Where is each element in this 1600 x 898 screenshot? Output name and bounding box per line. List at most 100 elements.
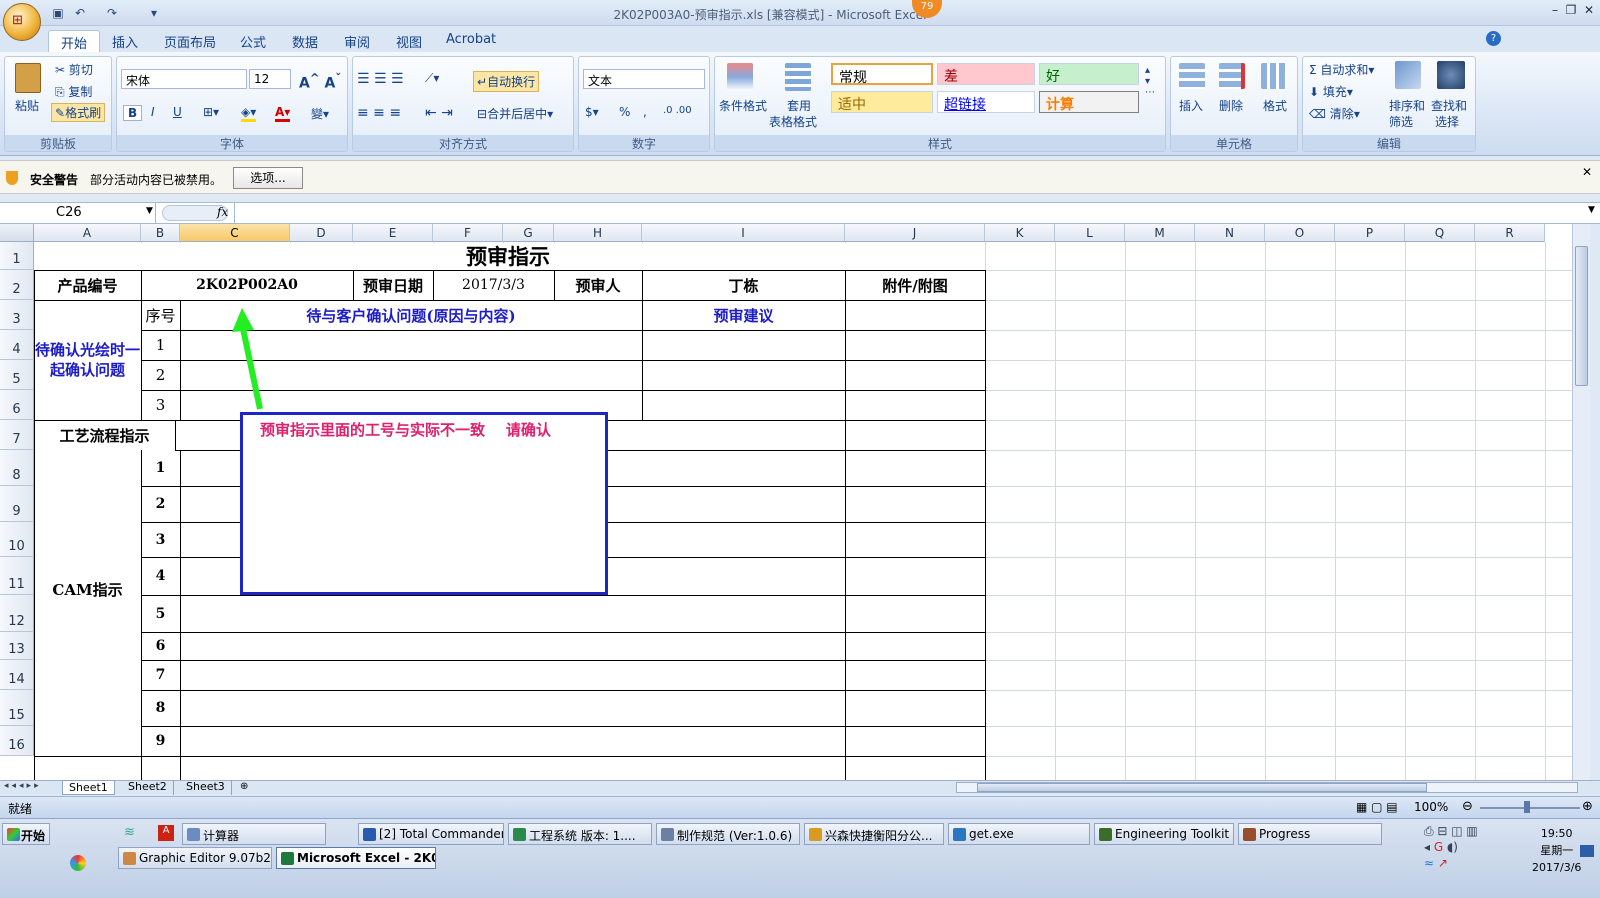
- undo-icon[interactable]: ↶: [72, 5, 88, 21]
- styles-scroll-icon[interactable]: ▴ ▾ ⋯: [1145, 65, 1155, 98]
- close-security-icon[interactable]: ✕: [1582, 165, 1592, 179]
- phonetic-icon[interactable]: 變▾: [311, 105, 329, 122]
- task-button-4[interactable]: 制作规范 (Ver:1.0.6): [656, 823, 800, 845]
- quicklaunch-icon-1[interactable]: ≋: [124, 825, 135, 840]
- task-button-5[interactable]: 兴森快捷衡阳分公...: [804, 823, 944, 845]
- zoom-level[interactable]: 100%: [1414, 800, 1448, 814]
- sheet-nav-icons[interactable]: ◂◂◂▸▸: [4, 781, 42, 791]
- redo-icon[interactable]: ↷: [104, 5, 120, 21]
- find-select-button[interactable]: 查找和: [1431, 97, 1467, 114]
- halign-icons[interactable]: ≡ ≡ ≡: [357, 105, 401, 121]
- font-size-select[interactable]: 12: [249, 69, 291, 89]
- conditional-format-button[interactable]: 条件格式: [719, 97, 767, 114]
- paste-button[interactable]: 粘贴: [15, 97, 39, 114]
- delete-cells-button[interactable]: 删除: [1219, 97, 1243, 114]
- autosum-button[interactable]: Σ 自动求和▾: [1309, 61, 1374, 78]
- merge-center-button[interactable]: ⊟合并后居中▾: [477, 105, 553, 122]
- bold-button[interactable]: B: [123, 105, 143, 121]
- format-painter-button[interactable]: ✎格式刷: [51, 103, 106, 122]
- sheet-tab-2[interactable]: Sheet2: [122, 780, 174, 795]
- tab-home[interactable]: 开始: [48, 30, 101, 52]
- sheet-tab-1[interactable]: Sheet1: [62, 780, 115, 795]
- tray-icons[interactable]: ⎙ ⊟ ◫ ▥ ◂ G ◖) ≈ ↗: [1424, 823, 1478, 871]
- clock[interactable]: 19:50 星期一 2017/3/6: [1532, 825, 1581, 876]
- underline-button[interactable]: U: [169, 105, 186, 119]
- vertical-scrollbar[interactable]: [1572, 224, 1590, 780]
- view-mode-icons[interactable]: ▦ ▢ ▤: [1356, 800, 1398, 814]
- tab-page-layout[interactable]: 页面布局: [152, 30, 228, 52]
- formula-input[interactable]: [234, 203, 1586, 223]
- zoom-slider-thumb[interactable]: [1524, 801, 1530, 813]
- font-color-icon[interactable]: A▾: [275, 105, 291, 122]
- style-neutral[interactable]: 适中: [831, 91, 933, 113]
- tab-acrobat[interactable]: Acrobat: [434, 30, 508, 52]
- annotation-textbox[interactable]: 预审指示里面的工号与实际不一致 请确认: [240, 412, 608, 595]
- fill-button[interactable]: ⬇ 填充▾: [1309, 83, 1353, 100]
- orientation-icon[interactable]: ⟋▾: [425, 71, 439, 86]
- comma-button[interactable]: ,: [643, 105, 647, 119]
- style-calculation[interactable]: 计算: [1039, 91, 1139, 113]
- zoom-slider[interactable]: [1480, 807, 1580, 809]
- spreadsheet-grid[interactable]: ABCDEFGHIJKLMNOPQR 1 2 3 4 5 6 7 8 9 10 11 12 13 14 15…: [0, 224, 1590, 780]
- insert-cells-button[interactable]: 插入: [1179, 97, 1203, 114]
- restore-icon[interactable]: ❐: [1564, 4, 1578, 18]
- cut-button[interactable]: ✂ 剪切: [55, 61, 93, 78]
- grow-font-icon[interactable]: A^ Aˇ: [299, 71, 341, 92]
- wrap-text-button[interactable]: ↵自动换行: [473, 71, 540, 92]
- task-button-6[interactable]: get.exe: [948, 823, 1090, 845]
- style-hyperlink[interactable]: 超链接: [937, 91, 1035, 113]
- style-bad[interactable]: 差: [937, 63, 1035, 85]
- expand-formula-icon[interactable]: ▼: [1588, 205, 1595, 215]
- close-icon[interactable]: ✕: [1582, 4, 1596, 18]
- new-sheet-icon[interactable]: ⊕: [240, 781, 248, 792]
- name-box-dropdown-icon[interactable]: ▼: [146, 206, 153, 216]
- tab-data[interactable]: 数据: [280, 30, 330, 52]
- currency-icon[interactable]: $▾: [585, 105, 599, 119]
- style-good[interactable]: 好: [1039, 63, 1139, 85]
- show-desktop-icon[interactable]: [1580, 845, 1594, 857]
- fill-color-icon[interactable]: ◈▾: [241, 105, 257, 122]
- task-button-1[interactable]: 计算器: [182, 823, 326, 845]
- number-format-select[interactable]: 文本: [583, 69, 705, 89]
- sheet-tab-3[interactable]: Sheet3: [180, 780, 232, 795]
- task-excel[interactable]: Microsoft Excel - 2K0...: [276, 847, 436, 869]
- copy-button[interactable]: ⎘ 复制: [55, 83, 92, 100]
- minimize-icon[interactable]: –: [1548, 4, 1562, 18]
- clear-button[interactable]: ⌫ 清除▾: [1309, 105, 1360, 122]
- zoom-out-icon[interactable]: ⊖: [1462, 799, 1473, 814]
- start-button[interactable]: 开始: [2, 823, 50, 845]
- pdf-icon[interactable]: A: [158, 825, 174, 841]
- format-as-table-button[interactable]: 套用: [787, 97, 811, 114]
- tab-insert[interactable]: 插入: [100, 30, 150, 52]
- options-button[interactable]: 选项...: [233, 167, 303, 189]
- tab-review[interactable]: 审阅: [332, 30, 382, 52]
- task-button-8[interactable]: Progress: [1238, 823, 1382, 845]
- border-icon[interactable]: ⊞▾: [203, 105, 219, 119]
- customize-qat-icon[interactable]: ▾: [146, 5, 162, 21]
- horizontal-scrollbar[interactable]: [956, 782, 1578, 793]
- tab-formulas[interactable]: 公式: [228, 30, 278, 52]
- zoom-in-icon[interactable]: ⊕: [1582, 799, 1593, 814]
- sort-filter-button[interactable]: 排序和: [1389, 97, 1425, 114]
- indent-icons[interactable]: ⇤ ⇥: [425, 105, 453, 121]
- task-graphic-editor[interactable]: Graphic Editor 9.07b2 (0...: [118, 847, 272, 869]
- italic-button[interactable]: I: [147, 105, 159, 119]
- valign-icons[interactable]: ☰ ☰ ☰: [357, 71, 404, 87]
- style-normal[interactable]: 常规: [831, 63, 933, 86]
- task-button-2[interactable]: [2] Total Commander ...: [358, 823, 504, 845]
- decimal-icons[interactable]: .0 .00: [663, 105, 692, 116]
- quicklaunch-icon-2[interactable]: [70, 855, 86, 871]
- name-box[interactable]: C26: [0, 203, 156, 223]
- help-icon[interactable]: ?: [1486, 31, 1501, 46]
- insert-function-icon[interactable]: fx: [217, 205, 228, 219]
- horizontal-scroll-thumb[interactable]: [977, 783, 1427, 792]
- percent-button[interactable]: %: [619, 105, 630, 119]
- format-cells-button[interactable]: 格式: [1263, 97, 1287, 114]
- vertical-scroll-thumb[interactable]: [1575, 246, 1588, 386]
- office-button[interactable]: ⊞: [3, 3, 41, 41]
- font-name-select[interactable]: 宋体: [121, 69, 247, 89]
- tab-view[interactable]: 视图: [384, 30, 434, 52]
- save-icon[interactable]: ▣: [50, 5, 66, 21]
- task-button-3[interactable]: 工程系统 版本: 1....: [508, 823, 652, 845]
- task-button-7[interactable]: Engineering Toolkit 9....: [1094, 823, 1234, 845]
